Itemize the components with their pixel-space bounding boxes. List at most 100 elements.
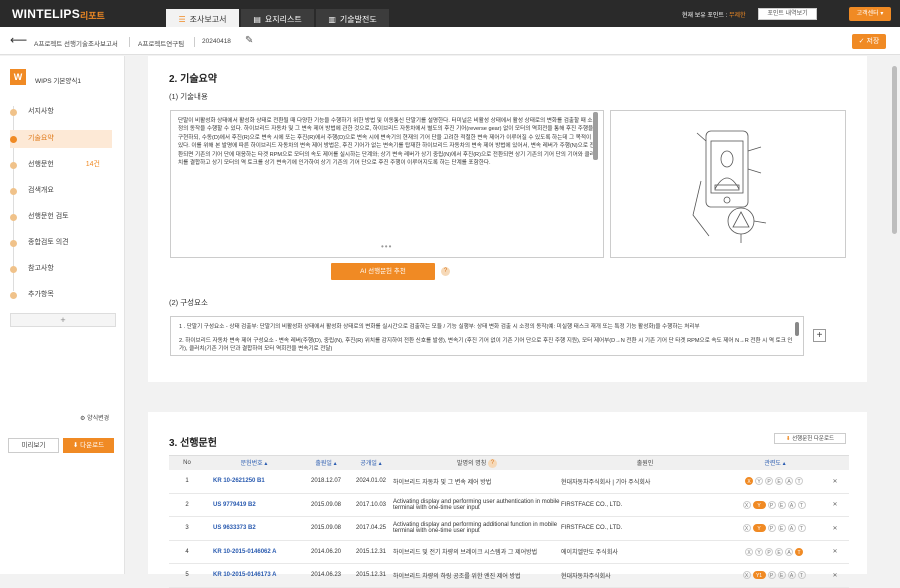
patent-number-link[interactable]: US 9779419 B2 <box>205 493 303 517</box>
help-icon[interactable]: ? <box>441 267 450 276</box>
table-row[interactable]: 1 KR 10-2621250 B1 2018.12.07 2024.01.02 하이브… <box>169 469 849 494</box>
applicant-name: 현대자동차주식회사 <box>561 563 729 588</box>
relevance-chip[interactable]: T <box>795 547 803 556</box>
relevance-chip[interactable]: A <box>785 547 793 556</box>
relevance-chip[interactable]: P <box>765 547 773 556</box>
patent-number-link[interactable]: KR 10-2015-0146173 A <box>205 563 303 588</box>
applicant-name: FIRSTFACE CO., LTD. <box>561 516 729 541</box>
save-button[interactable]: ✓ 저장 <box>852 34 886 49</box>
relevance-chips[interactable]: XYPEAT <box>729 540 821 564</box>
relevance-chip[interactable]: E <box>775 477 783 485</box>
sidebar-item-bibliographic[interactable]: 서지사항 <box>10 103 112 121</box>
relevance-chip[interactable]: Y <box>755 547 763 556</box>
relevance-chips[interactable]: XYPEAT <box>729 469 821 494</box>
sidebar-item-search-overview[interactable]: 검색개요 <box>10 182 112 200</box>
relevance-chip[interactable]: X <box>745 477 753 485</box>
add-section-button[interactable]: + <box>10 313 116 327</box>
textbox-scrollbar[interactable] <box>593 112 598 160</box>
delete-row-icon[interactable]: ✕ <box>821 493 849 517</box>
invention-title: 하이브리드 및 전기 차량의 브레이크 시스템과 그 제어방법 <box>393 540 561 564</box>
relevance-chip[interactable]: T <box>795 477 803 485</box>
col-filed[interactable]: 출원일 ▴ <box>303 455 349 470</box>
format-change-button[interactable]: ⚙ 양식변경 <box>80 413 109 422</box>
sidebar-item-notes[interactable]: 참고사항 <box>10 260 112 278</box>
prior-download-button[interactable]: ⬇ 선행문헌 다운로드 <box>774 433 846 444</box>
preview-button[interactable]: 미리보기 <box>8 438 59 453</box>
filed-date: 2014.06.23 <box>303 563 349 588</box>
edit-icon[interactable]: ✎ <box>245 35 253 46</box>
relevance-chip[interactable]: Y <box>752 524 766 533</box>
relevance-chip[interactable]: Y1 <box>752 571 766 580</box>
col-published[interactable]: 공개일 ▴ <box>349 455 393 470</box>
sidebar-item-tech-summary[interactable]: 기술요약 <box>10 130 112 148</box>
components-scrollbar[interactable] <box>795 322 799 336</box>
relevance-chip[interactable]: X <box>745 547 753 556</box>
back-arrow-icon[interactable]: ⟵ <box>10 33 27 47</box>
relevance-chip[interactable]: X <box>742 524 751 533</box>
relevance-chip[interactable]: P <box>767 500 776 509</box>
col-number[interactable]: 문헌번호 ▴ <box>205 455 303 470</box>
relevance-chip[interactable]: E <box>777 500 786 509</box>
components-textarea[interactable]: 1 . 단말기 구성요소 - 상태 검출부: 단말기의 비활성화 상태에서 활성… <box>170 316 804 356</box>
table-row[interactable]: 4 KR 10-2015-0146062 A 2014.06.20 2015.12.3… <box>169 540 849 564</box>
point-history-button[interactable]: 포인트 내역보기 <box>758 8 817 20</box>
relevance-chip[interactable]: T <box>797 500 806 509</box>
prior-art-count: 14건 <box>85 161 100 168</box>
delete-row-icon[interactable]: ✕ <box>821 540 849 564</box>
patent-number-link[interactable]: US 9633373 B2 <box>205 516 303 541</box>
published-date: 2024.01.02 <box>349 469 393 494</box>
sidebar-item-prior-art[interactable]: 선행문헌 14건 <box>10 156 112 174</box>
col-no: No <box>169 455 205 470</box>
delete-row-icon[interactable]: ✕ <box>821 469 849 494</box>
relevance-chip[interactable]: E <box>775 547 783 556</box>
col-relevance[interactable]: 관련도 ▴ <box>729 455 821 470</box>
relevance-chip[interactable]: A <box>785 477 793 485</box>
relevance-chip[interactable]: A <box>787 571 796 580</box>
published-date: 2015.12.31 <box>349 563 393 588</box>
brand-sub: 리포트 <box>80 11 105 21</box>
relevance-chip[interactable]: E <box>777 524 786 533</box>
project-title: A프로젝트 선행기술조사보고서 <box>34 41 118 48</box>
relevance-chip[interactable]: P <box>765 477 773 485</box>
relevance-chips[interactable]: XYPEAT <box>729 516 821 541</box>
relevance-chip[interactable]: X <box>742 500 751 509</box>
more-icon[interactable]: ••• <box>381 242 392 251</box>
relevance-chips[interactable]: XYPEAT <box>729 493 821 517</box>
sidebar-item-prior-review[interactable]: 선행문헌 검토 <box>10 208 112 226</box>
row-number: 5 <box>169 563 205 588</box>
report-header-bar <box>0 27 900 55</box>
applicant-name: FIRSTFACE CO., LTD. <box>561 493 729 517</box>
relevance-chip[interactable]: Y <box>752 500 766 509</box>
table-row[interactable]: 5 KR 10-2015-0146173 A 2014.06.23 2015.12.3… <box>169 563 849 588</box>
relevance-chip[interactable]: A <box>787 500 796 509</box>
relevance-chip[interactable]: Y <box>755 477 763 485</box>
delete-row-icon[interactable]: ✕ <box>821 516 849 541</box>
content-label: (1) 기술내용 <box>169 92 208 101</box>
relevance-chip[interactable]: E <box>777 571 786 580</box>
delete-row-icon[interactable]: ✕ <box>821 563 849 588</box>
download-button[interactable]: ⬇ 다운로드 <box>63 438 114 453</box>
table-row[interactable]: 3 US 9633373 B2 2015.09.08 2017.04.25 Activa… <box>169 516 849 541</box>
tab-tech-development[interactable]: ▥ 기술발전도 <box>316 9 389 27</box>
relevance-chip[interactable]: A <box>787 524 796 533</box>
relevance-chip[interactable]: X <box>742 571 751 580</box>
relevance-chip[interactable]: P <box>767 524 776 533</box>
relevance-chips[interactable]: X Y1 P E A T <box>729 563 821 588</box>
sidebar-item-additional[interactable]: 추가항목 <box>10 286 112 304</box>
tab-summary-list[interactable]: ▤ 요지리스트 <box>241 9 314 27</box>
relevance-chip[interactable]: P <box>767 571 776 580</box>
relevance-chip[interactable]: T <box>797 524 806 533</box>
ai-recommend-button[interactable]: AI 선행문헌 추천 <box>331 263 435 280</box>
patent-number-link[interactable]: KR 10-2621250 B1 <box>205 469 303 494</box>
page-scroll-thumb[interactable] <box>892 66 897 234</box>
relevance-chip[interactable]: T <box>797 571 806 580</box>
tech-content-textarea[interactable]: 단말이 비활성화 상태에서 활성화 상태로 전환될 때 다양한 기능을 수행하기… <box>170 110 604 258</box>
add-component-button[interactable]: + <box>813 329 826 342</box>
sidebar-item-overall-opinion[interactable]: 종합검토 의견 <box>10 234 112 252</box>
download-icon: ⬇ <box>72 442 79 449</box>
applicant-name: 현대자동차주식회사 | 기아 주식회사 <box>561 469 729 494</box>
patent-number-link[interactable]: KR 10-2015-0146062 A <box>205 540 303 564</box>
table-row[interactable]: 2 US 9779419 B2 2015.09.08 2017.10.03 Activa… <box>169 493 849 517</box>
tab-report[interactable]: ☰ 조사보고서 <box>166 9 239 27</box>
customer-center-button[interactable]: 고객센터 ▾ <box>849 7 891 21</box>
